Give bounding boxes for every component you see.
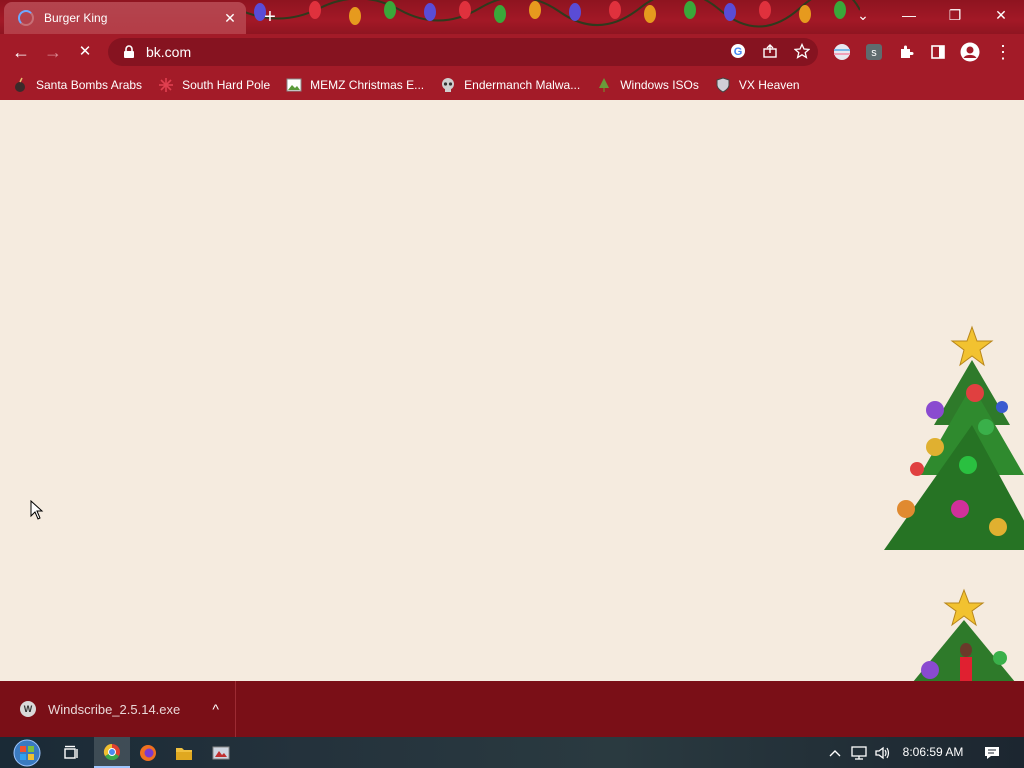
browser-toolbar: ← → ✕ bk.com G s ⋮ <box>0 34 1024 70</box>
christmas-lights-decoration <box>240 0 860 28</box>
bookmark-item[interactable]: Windows ISOs <box>596 77 699 93</box>
minimize-button[interactable]: — <box>886 0 932 30</box>
bookmark-label: MEMZ Christmas E... <box>310 78 425 92</box>
extension-s-icon[interactable]: s <box>863 41 885 63</box>
profile-avatar-icon[interactable] <box>959 41 981 63</box>
christmas-tree-decoration <box>884 325 1024 550</box>
close-window-button[interactable]: ✕ <box>978 0 1024 30</box>
restore-button[interactable]: ❐ <box>932 0 978 30</box>
system-clock[interactable]: 8:06:59 AM <box>900 737 966 768</box>
bookmark-item[interactable]: South Hard Pole <box>158 77 270 93</box>
chevron-up-icon[interactable]: ^ <box>212 701 219 717</box>
tab-strip: Burger King ✕ + ⌄ — ❐ ✕ <box>0 0 1024 34</box>
app-window-icon <box>212 746 230 759</box>
shield-icon <box>715 77 731 93</box>
download-item[interactable]: W Windscribe_2.5.14.exe ^ <box>0 681 236 737</box>
download-filename: Windscribe_2.5.14.exe <box>48 701 181 717</box>
bookmark-label: Endermanch Malwa... <box>464 78 581 92</box>
firefox-icon <box>140 744 156 761</box>
image-icon <box>286 77 302 93</box>
stop-button[interactable]: ✕ <box>72 40 98 64</box>
address-bar[interactable]: bk.com <box>108 38 818 66</box>
task-view-icon <box>64 745 78 759</box>
snowflake-icon <box>158 77 174 93</box>
tab-search-button[interactable]: ⌄ <box>840 0 886 30</box>
chrome-icon <box>103 743 120 760</box>
folder-icon <box>176 747 192 760</box>
back-button[interactable]: ← <box>8 40 34 64</box>
lock-icon <box>124 45 134 58</box>
bookmark-label: South Hard Pole <box>182 78 271 92</box>
bookmark-item[interactable]: MEMZ Christmas E... <box>286 77 424 93</box>
menu-kebab-icon[interactable]: ⋮ <box>992 41 1014 63</box>
bookmark-item[interactable]: Santa Bombs Arabs <box>12 77 142 93</box>
windows-taskbar: 8:06:59 AM <box>0 737 1024 768</box>
bookmark-item[interactable]: Endermanch Malwa... <box>440 77 580 93</box>
loading-spinner-icon <box>18 10 34 26</box>
chrome-taskbar-button[interactable] <box>94 737 130 768</box>
bookmarks-bar: Santa Bombs Arabs South Hard Pole MEMZ C… <box>0 70 1024 100</box>
start-button[interactable] <box>6 737 48 768</box>
windows-orb-icon <box>13 739 41 766</box>
bomb-icon <box>12 77 28 93</box>
memz-taskbar-button[interactable] <box>203 737 239 768</box>
url-text: bk.com <box>146 44 192 60</box>
bookmark-label: Windows ISOs <box>620 78 699 92</box>
bookmark-label: Santa Bombs Arabs <box>36 78 143 92</box>
page-content <box>0 100 1024 681</box>
extensions-puzzle-icon[interactable] <box>895 41 917 63</box>
side-panel-icon[interactable] <box>927 41 949 63</box>
share-icon[interactable] <box>759 40 781 62</box>
downloads-bar: W Windscribe_2.5.14.exe ^ <box>0 681 1024 737</box>
forward-button[interactable]: → <box>40 40 66 64</box>
tree-icon <box>596 77 612 93</box>
christmas-tree-dancer-decoration <box>913 588 1015 681</box>
network-icon[interactable] <box>848 737 870 768</box>
task-view-button[interactable] <box>54 737 90 768</box>
tab-title: Burger King <box>44 11 108 25</box>
bookmark-star-icon[interactable] <box>791 40 813 62</box>
file-explorer-taskbar-button[interactable] <box>166 737 202 768</box>
google-lens-icon[interactable]: G <box>727 40 749 62</box>
notification-icon[interactable] <box>980 737 1004 768</box>
new-tab-button[interactable]: + <box>258 6 282 28</box>
firefox-taskbar-button[interactable] <box>130 737 166 768</box>
bookmark-label: VX Heaven <box>738 78 800 92</box>
bookmark-item[interactable]: VX Heaven <box>715 77 800 93</box>
mouse-cursor-icon <box>30 500 44 520</box>
tab-burger-king[interactable]: Burger King ✕ <box>4 2 246 34</box>
volume-icon[interactable] <box>872 737 894 768</box>
tab-close-icon[interactable]: ✕ <box>222 10 238 27</box>
svg-text:G: G <box>734 46 743 58</box>
chevron-up-icon[interactable] <box>826 737 844 768</box>
windscribe-file-icon: W <box>20 701 36 717</box>
skull-icon <box>440 77 456 93</box>
svg-text:s: s <box>871 47 877 59</box>
extension-flag-icon[interactable] <box>831 41 853 63</box>
